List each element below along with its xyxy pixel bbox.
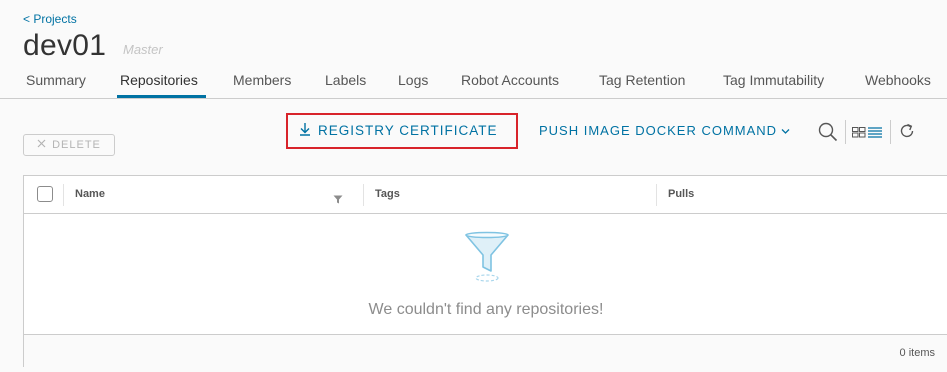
filter-icon[interactable] xyxy=(333,191,343,209)
delete-button[interactable]: DELETE xyxy=(23,134,115,156)
tab-robot-accounts[interactable]: Robot Accounts xyxy=(461,72,559,88)
column-header-tags[interactable]: Tags xyxy=(375,188,400,200)
tab-logs[interactable]: Logs xyxy=(398,72,428,88)
toolbar-divider xyxy=(890,120,891,144)
download-icon xyxy=(298,122,312,139)
table-footer: 0 items xyxy=(24,334,947,369)
table-header: Name Tags Pulls xyxy=(24,176,947,214)
column-divider xyxy=(363,184,364,206)
project-tabs: Summary Repositories Members Labels Logs… xyxy=(0,68,947,99)
column-divider xyxy=(63,184,64,206)
registry-certificate-button[interactable]: REGISTRY CERTIFICATE xyxy=(298,122,498,139)
empty-filter-icon xyxy=(464,231,510,288)
active-tab-indicator xyxy=(117,95,206,98)
tab-members[interactable]: Members xyxy=(233,72,291,88)
toolbar-divider xyxy=(845,120,846,144)
delete-button-label: DELETE xyxy=(52,139,101,151)
project-role: Master xyxy=(123,42,163,57)
close-icon xyxy=(37,139,46,151)
tab-webhooks[interactable]: Webhooks xyxy=(865,72,931,88)
list-view-icon[interactable] xyxy=(868,125,882,143)
chevron-down-icon xyxy=(781,123,790,138)
refresh-icon[interactable] xyxy=(898,122,916,145)
tab-labels[interactable]: Labels xyxy=(325,72,366,88)
empty-state-message: We couldn't find any repositories! xyxy=(368,301,604,318)
column-divider xyxy=(656,184,657,206)
push-image-command-label: PUSH IMAGE DOCKER COMMAND xyxy=(539,123,778,138)
tab-tag-retention[interactable]: Tag Retention xyxy=(599,72,685,88)
item-count: 0 items xyxy=(899,347,935,359)
column-header-pulls[interactable]: Pulls xyxy=(668,188,694,200)
card-view-icon[interactable] xyxy=(852,125,866,143)
repositories-table: Name Tags Pulls We couldn't find any rep… xyxy=(23,175,947,369)
push-image-command-dropdown[interactable]: PUSH IMAGE DOCKER COMMAND xyxy=(539,123,790,138)
tab-summary[interactable]: Summary xyxy=(26,72,86,88)
back-to-projects-link[interactable]: < Projects xyxy=(23,12,77,26)
search-icon[interactable] xyxy=(818,122,838,147)
page-title: dev01 xyxy=(23,29,107,62)
column-header-name[interactable]: Name xyxy=(75,188,105,200)
select-all-checkbox[interactable] xyxy=(37,186,53,202)
tab-repositories[interactable]: Repositories xyxy=(120,72,198,88)
registry-certificate-label: REGISTRY CERTIFICATE xyxy=(318,123,498,138)
tab-tag-immutability[interactable]: Tag Immutability xyxy=(723,72,824,88)
